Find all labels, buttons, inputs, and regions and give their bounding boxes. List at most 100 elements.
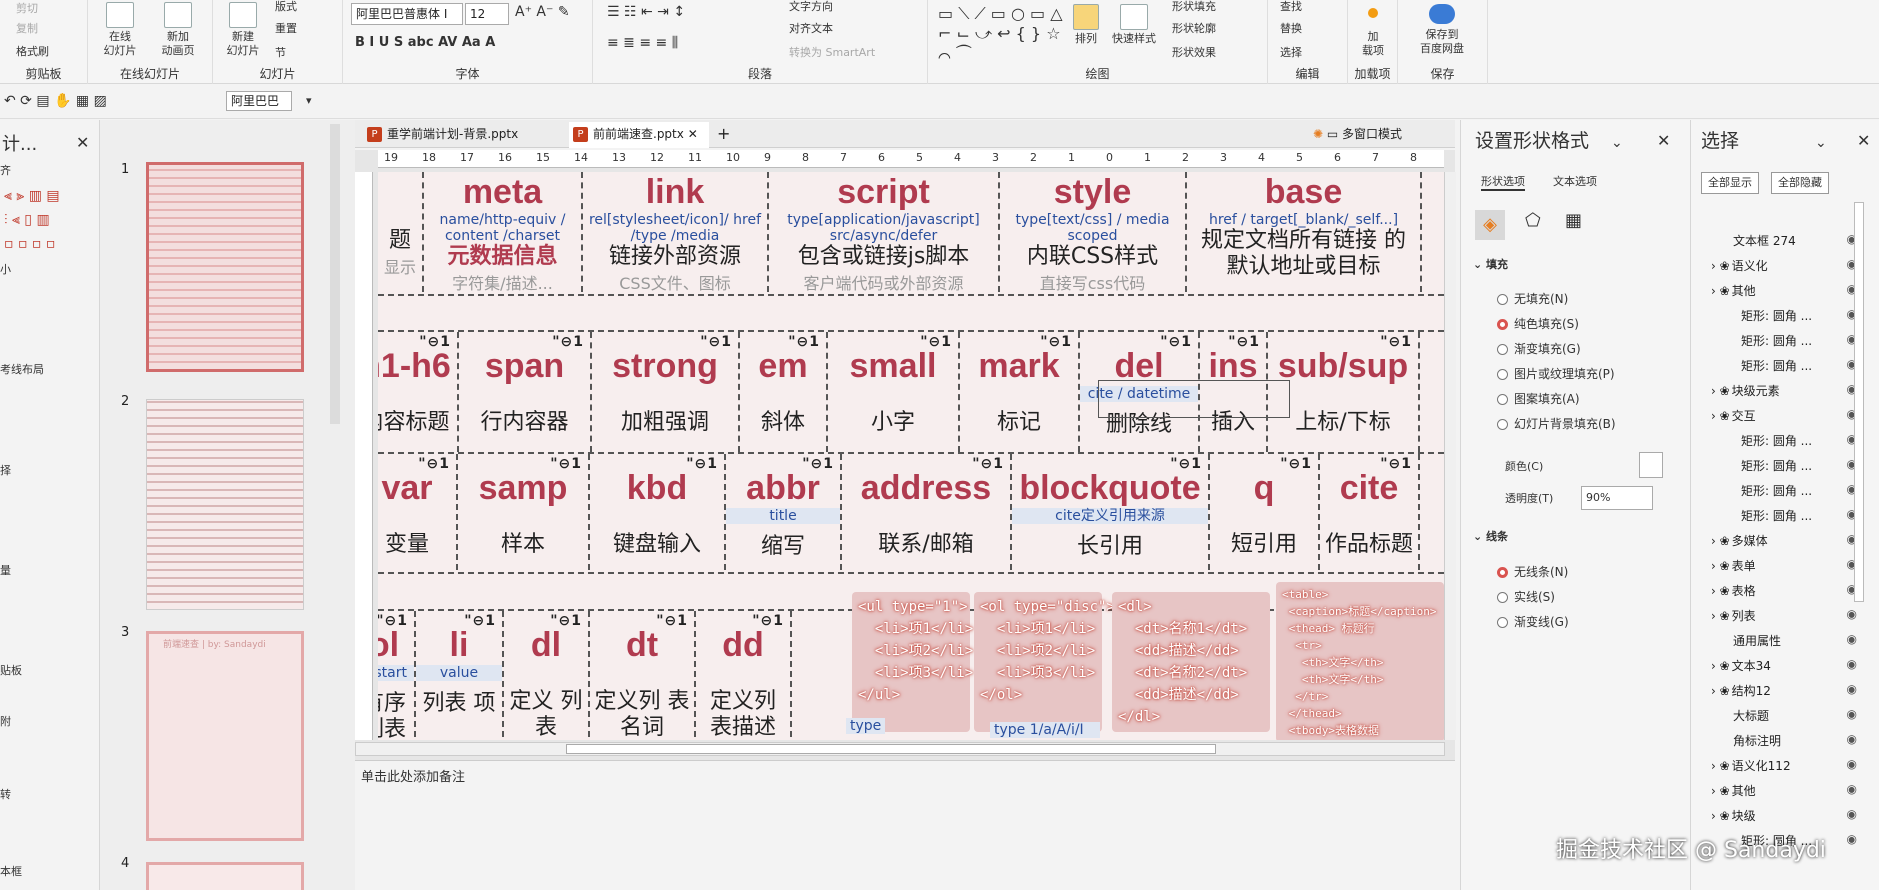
expand-chevron-icon[interactable]: › ❀ [1711,259,1730,273]
selection-item-0[interactable]: 文本框 274 ◉ [1711,232,1871,249]
qat-font-box[interactable]: 阿里巴巴 [226,91,292,111]
selection-item-8[interactable]: 矩形: 圆角 ... ◉ [1711,432,1871,449]
row3-cell-2[interactable]: "⊖1 kbd 键盘输入 [590,454,726,570]
addins-button[interactable]: 加 载项 [1354,4,1392,58]
selection-item-3[interactable]: 矩形: 圆角 ... ◉ [1711,307,1871,324]
row2-cell-5[interactable]: "⊖1 mark 标记 [960,332,1080,452]
format-painter-button[interactable]: 格式刷 [16,45,49,59]
selection-item-1[interactable]: › ❀ 语义化 ◉ [1711,257,1871,274]
slide-thumb-1[interactable] [146,162,304,372]
eye-icon[interactable]: ◉ [1847,782,1857,796]
eye-icon[interactable]: ◉ [1847,607,1857,621]
expand-chevron-icon[interactable]: › ❀ [1711,784,1730,798]
arrange-button[interactable]: 排列 [1068,4,1104,46]
chevron-down-icon[interactable]: ⌄ [1611,136,1623,150]
align-buttons-icon[interactable]: ≡ ≣ ≡ ≡ ⫼ [607,36,678,50]
fill-option-3[interactable]: 图片或纹理填充(P) [1497,365,1615,382]
eye-icon[interactable]: ◉ [1847,732,1857,746]
online-slides-button[interactable]: 在线 幻灯片 [96,2,144,58]
save-baidu-button[interactable]: 保存到 百度网盘 [1406,2,1478,56]
font-format-buttons[interactable]: B I U S abc AV Aa A [355,36,495,50]
line-option-0[interactable]: 无线条(N) [1497,563,1568,580]
doc-tab-2[interactable]: P 前前端速查.pptx ✕ [569,122,709,148]
eye-icon[interactable]: ◉ [1847,807,1857,821]
expand-chevron-icon[interactable]: › ❀ [1711,534,1730,548]
line-option-2[interactable]: 渐变线(G) [1497,613,1569,630]
notes-pane[interactable]: 单击此处添加备注 [355,760,1455,890]
slide-thumb-2[interactable] [146,399,304,610]
radio-icon[interactable] [1497,369,1508,380]
slide-canvas[interactable]: 题 显示 meta name/http-equiv / content /cha… [378,172,1444,740]
radio-icon[interactable] [1497,419,1508,430]
selection-item-10[interactable]: 矩形: 圆角 ... ◉ [1711,482,1871,499]
row3-cell-7[interactable]: "⊖1 cite 作品标题 [1320,454,1420,570]
expand-chevron-icon[interactable]: › ❀ [1711,809,1730,823]
row4-cell-0[interactable]: "⊖1ole/start 有序 列表 [378,611,416,740]
replace-button[interactable]: 替换 [1280,22,1302,36]
selection-item-13[interactable]: › ❀ 表单 ◉ [1711,557,1871,574]
radio-icon[interactable] [1497,319,1508,330]
line-option-1[interactable]: 实线(S) [1497,588,1555,605]
selection-item-16[interactable]: 通用属性 ◉ [1711,632,1871,649]
close-icon[interactable]: ✕ [1857,133,1870,149]
radio-icon[interactable] [1497,394,1508,405]
row3-cell-1[interactable]: "⊖1 samp 样本 [458,454,590,570]
find-button[interactable]: 查找 [1280,0,1302,14]
effects-icon[interactable]: ⬠ [1525,212,1541,230]
radio-icon[interactable] [1497,592,1508,603]
row2-cell-1[interactable]: "⊖1 span 行内容器 [459,332,592,452]
hscroll-thumb[interactable] [566,744,1216,754]
row4-cell-4[interactable]: "⊖1 dd 定义列 表描述 [696,611,792,740]
align-tools-icons[interactable]: ⫷ ⫸ ▥ ▤ ⫶ ⫷ ▯ ▥ ▫ ▫ ▫ ▫ [4,184,84,256]
expand-chevron-icon[interactable]: › ❀ [1711,684,1730,698]
color-picker[interactable] [1639,452,1663,478]
qat-dropdown-icon[interactable]: ▾ [306,94,312,108]
font-size-select[interactable]: 12 [465,3,509,25]
shape-effect-button[interactable]: 形状效果 [1172,46,1216,60]
smartart-button[interactable]: 转换为 SmartArt [789,46,875,60]
close-icon[interactable]: ✕ [76,135,89,151]
new-slide-button[interactable]: 新建 幻灯片 [217,2,269,58]
slide-thumb-3[interactable]: 前端速查 | by: Sandaydi [146,631,304,841]
fill-section-header[interactable]: ⌄ 填充 [1473,258,1508,272]
selection-item-12[interactable]: › ❀ 多媒体 ◉ [1711,532,1871,549]
shapes-gallery[interactable]: ▭ ⟍ ⟋ ▭ ○ ▭ △ ⌐ ⌙ ⤻ ↩ { } ☆ ⌒ ⏜ [938,4,1063,64]
fill-line-icon[interactable]: ◈ [1475,210,1505,240]
script-cell[interactable]: script type[application/javascript] src/… [769,172,1000,293]
expand-chevron-icon[interactable]: › ❀ [1711,384,1730,398]
list-buttons-icon[interactable]: ☰ ☷ ⇤ ⇥ ↕ [607,5,685,19]
row2-cell-3[interactable]: "⊖1 em 斜体 [740,332,828,452]
eye-icon[interactable]: ◉ [1847,757,1857,771]
selection-item-17[interactable]: › ❀ 文本34 ◉ [1711,657,1871,674]
link-cell[interactable]: link rel[stylesheet/icon]/ href /type /m… [583,172,769,293]
fill-option-0[interactable]: 无填充(N) [1497,290,1568,307]
row4-cell-1[interactable]: "⊖1 li value 列表 项 [416,611,504,740]
expand-chevron-icon[interactable]: › ❀ [1711,409,1730,423]
cut-button[interactable]: 剪切 [16,2,38,16]
row3-cell-0[interactable]: "⊖1 var 变量 [378,454,458,570]
selection-item-23[interactable]: › ❀ 块级 ◉ [1711,807,1871,824]
quick-styles-button[interactable]: 快速样式 [1106,4,1162,46]
eye-icon[interactable]: ◉ [1847,632,1857,646]
selection-item-6[interactable]: › ❀ 块级元素 ◉ [1711,382,1871,399]
fill-option-4[interactable]: 图案填充(A) [1497,390,1580,407]
undo-icon[interactable]: ↶ ⟳ ▤ ✋ ▦ ▨ [4,94,107,108]
doc-tab-1[interactable]: P 重学前端计划-背景.pptx [363,122,563,148]
size-properties-icon[interactable]: ▦ [1565,212,1582,230]
row2-cell-4[interactable]: "⊖1 small 小字 [828,332,960,452]
reset-button[interactable]: 重置 [275,22,297,36]
selection-item-19[interactable]: 大标题 ◉ [1711,707,1871,724]
slide-thumb-4[interactable] [146,862,304,890]
expand-chevron-icon[interactable]: › ❀ [1711,659,1730,673]
row3-cell-3[interactable]: "⊖1 abbr title 缩写 [726,454,842,570]
expand-chevron-icon[interactable]: › ❀ [1711,284,1730,298]
row3-cell-6[interactable]: "⊖1 q 短引用 [1210,454,1320,570]
align-text-button[interactable]: 对齐文本 [789,22,833,36]
eye-icon[interactable]: ◉ [1847,657,1857,671]
selection-item-21[interactable]: › ❀ 语义化112 ◉ [1711,757,1871,774]
select-button[interactable]: 选择 [1280,46,1302,60]
radio-icon[interactable] [1497,617,1508,628]
selection-item-2[interactable]: › ❀ 其他 ◉ [1711,282,1871,299]
selection-item-20[interactable]: 角标注明 ◉ [1711,732,1871,749]
tab-text-options[interactable]: 文本选项 [1553,175,1597,189]
